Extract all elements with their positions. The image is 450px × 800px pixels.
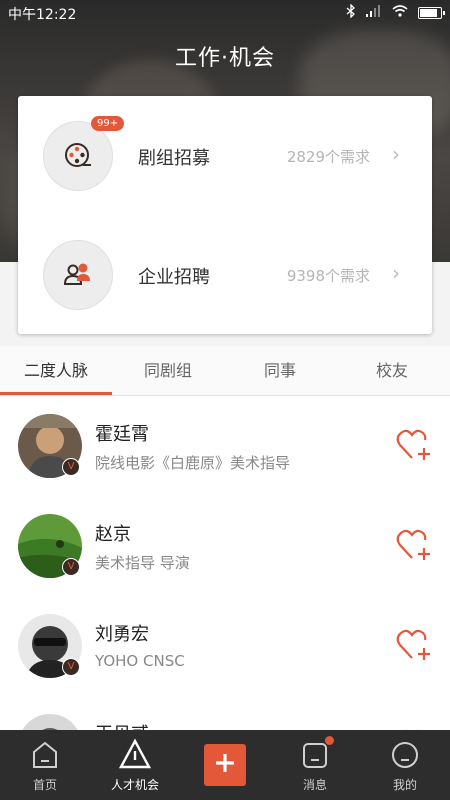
message-notification-dot [325, 736, 334, 745]
follow-heart-icon[interactable] [396, 628, 432, 666]
verified-badge: V [62, 458, 80, 476]
verified-badge: V [62, 658, 80, 676]
tab-colleagues[interactable]: 同事 [224, 346, 336, 396]
active-tab-indicator [0, 392, 112, 395]
company-hiring-count: 9398个需求 [286, 267, 370, 285]
home-icon [31, 740, 59, 774]
battery-icon [418, 6, 445, 19]
add-button[interactable] [204, 744, 246, 786]
chevron-right-icon: › [392, 142, 400, 166]
tabbar-home-label: 首页 [32, 778, 57, 792]
tab-alumni[interactable]: 校友 [336, 346, 448, 396]
follow-heart-icon[interactable] [396, 428, 432, 466]
tabbar-talent-label: 人才机会 [110, 778, 159, 792]
company-hiring-row[interactable]: 企业招聘 9398个需求 › [18, 215, 432, 334]
status-time: 中午12:22 [8, 7, 77, 23]
tabbar-talent[interactable]: 人才机会 [90, 730, 180, 800]
signal-icon [366, 5, 382, 20]
chevron-right-icon: › [392, 261, 400, 285]
list-item[interactable]: V 刘勇宏 YOHO CNSC [0, 596, 450, 696]
profile-icon [391, 740, 419, 774]
film-reel-icon [43, 121, 113, 191]
avatar[interactable] [18, 714, 82, 730]
company-hiring-label: 企业招聘 [138, 267, 210, 288]
list-item[interactable]: 王贝贰 [0, 696, 450, 730]
tab-same-crew[interactable]: 同剧组 [112, 346, 224, 396]
verified-badge: V [62, 558, 80, 576]
status-bar: 中午12:22 [0, 0, 450, 26]
list-item[interactable]: V 霍廷霄 院线电影《白鹿原》美术指导 [0, 396, 450, 496]
wifi-icon [392, 5, 408, 20]
tabbar-messages-label: 消息 [302, 778, 327, 792]
opportunity-card: 99+ 剧组招募 2829个需求 › 企业招聘 9398个需求 › [18, 96, 432, 334]
person-title: 院线电影《白鹿原》美术指导 [95, 454, 291, 472]
person-name: 霍廷霄 [95, 424, 149, 445]
crew-recruitment-label: 剧组招募 [138, 148, 210, 169]
follow-heart-icon[interactable] [396, 528, 432, 566]
add-icon [214, 752, 236, 778]
person-name: 赵京 [95, 524, 131, 545]
crew-recruitment-count: 2829个需求 [286, 148, 370, 166]
tab-second-degree[interactable]: 二度人脉 [0, 346, 112, 396]
bluetooth-icon [346, 3, 356, 21]
tabbar-profile-label: 我的 [392, 778, 417, 792]
list-item[interactable]: V 赵京 美术指导 导演 [0, 496, 450, 596]
talent-icon [118, 738, 152, 774]
people-list: V 霍廷霄 院线电影《白鹿原》美术指导 V 赵京 美术指导 导演 V 刘勇宏 Y… [0, 396, 450, 730]
notification-badge: 99+ [91, 116, 125, 131]
person-title: YOHO CNSC [95, 652, 185, 670]
person-name: 刘勇宏 [95, 624, 149, 645]
person-title: 美术指导 导演 [95, 554, 190, 572]
message-icon [301, 740, 329, 774]
crew-recruitment-row[interactable]: 99+ 剧组招募 2829个需求 › [18, 96, 432, 215]
person-name: 王贝贰 [95, 720, 149, 730]
page-title: 工作·机会 [175, 46, 275, 71]
connection-tabs: 二度人脉 同剧组 同事 校友 [0, 346, 450, 396]
people-icon [43, 240, 113, 310]
tabbar-profile[interactable]: 我的 [360, 730, 450, 800]
tabbar-messages[interactable]: 消息 [270, 730, 360, 800]
tabbar-home[interactable]: 首页 [0, 730, 90, 800]
